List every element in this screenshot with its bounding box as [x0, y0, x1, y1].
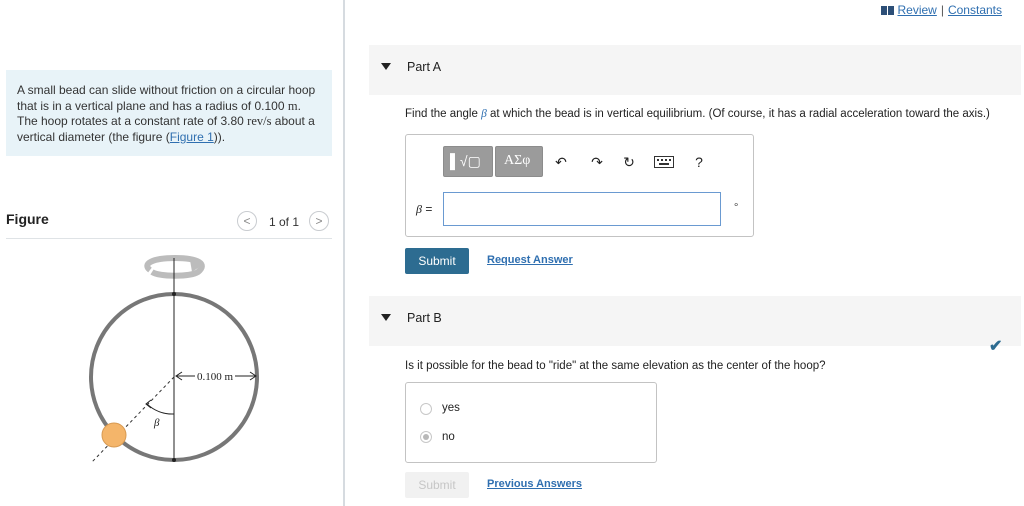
chevron-right-icon: >: [315, 214, 323, 228]
part-a-answer-box: ▌√▢ ΑΣφ ↶ ↷ ↻ ? β = ∘: [405, 134, 754, 237]
greek-symbols-button[interactable]: ΑΣφ: [495, 146, 543, 177]
collapse-caret-icon: [381, 314, 391, 321]
part-b-choices: yes no: [405, 382, 657, 463]
problem-panel: A small bead can slide without friction …: [0, 0, 343, 506]
previous-figure-button[interactable]: <: [237, 211, 257, 231]
part-b-header[interactable]: Part B: [369, 296, 1021, 346]
figure-counter: 1 of 1: [269, 215, 300, 229]
part-b-title: Part B: [407, 311, 442, 325]
option-no-label[interactable]: no: [442, 431, 455, 443]
greek-icon: ΑΣφ: [504, 153, 531, 168]
part-a-title: Part A: [407, 60, 442, 74]
part-a-header[interactable]: Part A: [369, 45, 1021, 95]
panel-divider: [343, 0, 345, 506]
part-b-question: Is it possible for the bead to "ride" at…: [405, 360, 826, 372]
request-answer-link[interactable]: Request Answer: [487, 254, 573, 266]
beta-input-label: β =: [416, 202, 433, 216]
radio-yes[interactable]: [420, 403, 432, 415]
templates-button[interactable]: ▌√▢: [443, 146, 493, 177]
review-link[interactable]: Review: [897, 3, 936, 17]
part-a-question: Find the angle β at which the bead is in…: [405, 108, 990, 120]
review-book-icon: [881, 6, 895, 16]
figure-link[interactable]: Figure 1: [170, 130, 214, 144]
unit-rev-per-s: rev/s: [247, 114, 272, 128]
constants-link[interactable]: Constants: [948, 3, 1002, 17]
bead: [101, 422, 127, 448]
checkmark-icon: ✔: [989, 338, 1003, 355]
templates-icon: ▌√▢: [450, 153, 481, 169]
undo-icon[interactable]: ↶: [552, 154, 570, 171]
next-figure-button[interactable]: >: [309, 211, 329, 231]
option-yes-label[interactable]: yes: [442, 402, 460, 414]
figure-divider: [6, 238, 332, 239]
figure-heading: Figure: [6, 211, 49, 227]
unit-m: m: [287, 98, 298, 113]
help-icon[interactable]: ?: [690, 154, 708, 170]
rotation-arrow-icon: [144, 254, 205, 279]
angle-arc: [146, 403, 175, 415]
top-links: Review | Constants: [881, 3, 1002, 17]
radius-label: 0.100 m: [197, 371, 234, 383]
problem-statement-box: A small bead can slide without friction …: [6, 70, 332, 156]
part-b-submit-button[interactable]: Submit: [405, 472, 469, 498]
degree-unit: ∘: [733, 200, 740, 211]
angle-label: β: [153, 417, 160, 429]
collapse-caret-icon: [381, 63, 391, 70]
keyboard-icon[interactable]: [654, 156, 674, 168]
problem-statement: A small bead can slide without friction …: [17, 83, 316, 144]
chevron-left-icon: <: [243, 214, 251, 228]
radio-no[interactable]: [420, 431, 432, 443]
reset-icon[interactable]: ↻: [620, 154, 638, 171]
redo-icon[interactable]: ↷: [588, 154, 606, 171]
part-a-submit-button[interactable]: Submit: [405, 248, 469, 274]
previous-answers-link[interactable]: Previous Answers: [487, 478, 582, 490]
beta-answer-input[interactable]: [443, 192, 721, 226]
hoop-figure: 0.100 m β: [89, 254, 259, 463]
